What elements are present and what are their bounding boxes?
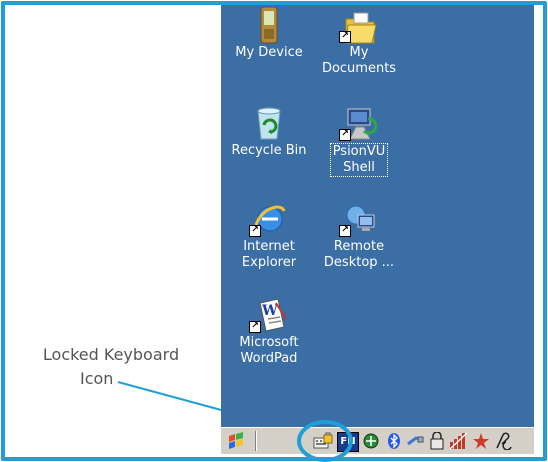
psionvu-shell-label-1: PsionVU [332, 144, 386, 159]
my-device-icon-tile[interactable]: My Device [221, 7, 317, 61]
my-documents-label-2: Documents [321, 61, 397, 76]
shortcut-arrow-icon: ↗ [249, 321, 261, 333]
pda-icon [252, 7, 286, 44]
my-documents-icon-tile[interactable]: ↗ My Documents [311, 7, 407, 77]
locked-keyboard-highlight [297, 420, 353, 462]
start-flag-icon[interactable] [227, 432, 245, 450]
wordpad-icon: W ↗ [249, 297, 287, 333]
remote-desktop-label-1: Remote [333, 239, 385, 254]
psionvu-shell-label-2: Shell [343, 160, 375, 175]
power-icon[interactable] [472, 432, 490, 450]
recycle-bin-label: Recycle Bin [231, 143, 307, 158]
my-device-label: My Device [235, 45, 303, 60]
wordpad-label-2: WordPad [240, 351, 298, 366]
stylus-icon[interactable] [494, 432, 512, 450]
remote-desktop-icon: ↗ [339, 201, 376, 237]
psionvu-shell-label: PsionVU Shell [329, 143, 389, 177]
svg-text:W: W [261, 303, 278, 319]
shortcut-arrow-icon: ↗ [339, 129, 351, 141]
internet-explorer-label-1: Internet [243, 239, 295, 254]
recycle-bin-icon-tile[interactable]: Recycle Bin [221, 105, 317, 159]
recycle-bin-icon [252, 105, 286, 140]
taskbar-divider [255, 431, 257, 451]
network-icon[interactable] [362, 432, 380, 450]
folder-icon: ↗ [339, 7, 377, 44]
signal-icon[interactable] [449, 432, 468, 450]
internet-explorer-label-2: Explorer [241, 255, 297, 270]
internet-explorer-icon: ↗ [249, 201, 286, 237]
wordpad-label-1: Microsoft [239, 335, 299, 350]
shortcut-arrow-icon: ↗ [339, 225, 351, 237]
bluetooth-icon[interactable] [385, 432, 403, 450]
remote-desktop-icon-tile[interactable]: ↗ Remote Desktop ... [311, 201, 407, 271]
battery-lock-icon[interactable] [428, 432, 446, 450]
psionvu-shell-icon: ↗ [339, 105, 378, 141]
device-screen: My Device ↗ My Documents Recycle Bin ↗ P… [221, 5, 534, 454]
shortcut-arrow-icon: ↗ [339, 31, 351, 43]
internet-explorer-icon-tile[interactable]: ↗ Internet Explorer [221, 201, 317, 271]
wordpad-icon-tile[interactable]: W ↗ Microsoft WordPad [221, 297, 317, 367]
shortcut-arrow-icon: ↗ [249, 225, 261, 237]
psionvu-shell-icon-tile[interactable]: ↗ PsionVU Shell [311, 105, 407, 177]
remote-desktop-label-2: Desktop ... [323, 255, 395, 270]
taskbar: FN [221, 427, 534, 454]
usb-connection-icon[interactable] [406, 432, 424, 450]
my-documents-label-1: My [349, 45, 369, 60]
